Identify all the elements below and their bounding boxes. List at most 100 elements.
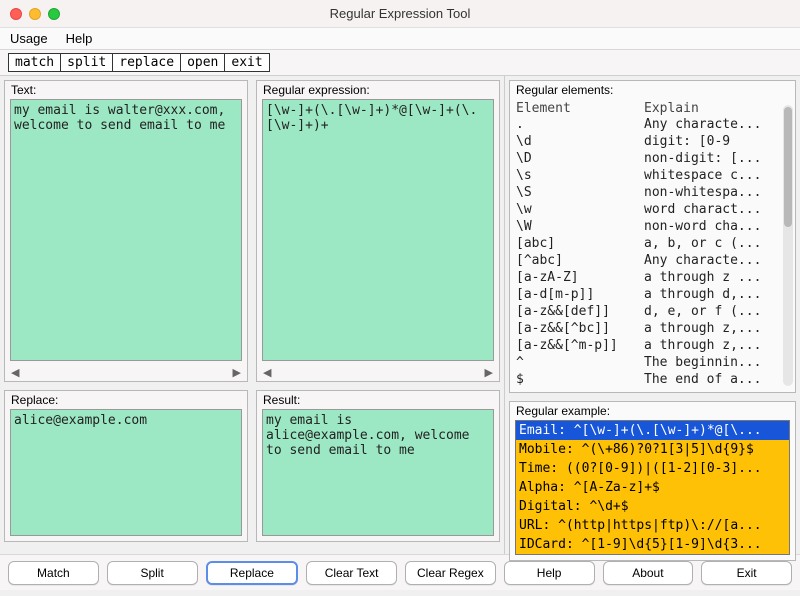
- regex-panel: Regular expression: ◀▶: [256, 80, 500, 382]
- elements-list[interactable]: .Any characte...\ddigit: [0-9\Dnon-digit…: [510, 116, 795, 392]
- element-explain: a through d,...: [644, 286, 789, 303]
- element-explain: a through z,...: [644, 320, 789, 337]
- match-button[interactable]: Match: [8, 561, 99, 585]
- split-button[interactable]: Split: [107, 561, 198, 585]
- menu-usage[interactable]: Usage: [10, 31, 48, 46]
- scroll-right-icon[interactable]: ▶: [485, 366, 493, 379]
- window-controls: [10, 8, 60, 20]
- element-row[interactable]: \ddigit: [0-9: [516, 133, 789, 150]
- element-explain: non-digit: [...: [644, 150, 789, 167]
- element-symbol: \d: [516, 133, 644, 150]
- result-label: Result:: [257, 391, 499, 409]
- example-row[interactable]: IDCard: ^[1-9]\d{5}[1-9]\d{3...: [516, 535, 789, 554]
- elements-label: Regular elements:: [510, 81, 795, 99]
- element-symbol: [a-z&&[^bc]]: [516, 320, 644, 337]
- element-explain: non-word cha...: [644, 218, 789, 235]
- element-symbol: ^: [516, 354, 644, 371]
- element-row[interactable]: \wword charact...: [516, 201, 789, 218]
- example-row[interactable]: Alpha: ^[A-Za-z]+$: [516, 478, 789, 497]
- element-explain: word charact...: [644, 201, 789, 218]
- element-row[interactable]: [^abc]Any characte...: [516, 252, 789, 269]
- explain-col-header: Explain: [644, 101, 699, 116]
- element-explain: The beginnin...: [644, 354, 789, 371]
- replace-input[interactable]: [10, 409, 242, 536]
- element-explain: a through z ...: [644, 269, 789, 286]
- titlebar: Regular Expression Tool: [0, 0, 800, 28]
- element-row[interactable]: [a-zA-Z]a through z ...: [516, 269, 789, 286]
- example-row[interactable]: Mobile: ^(\+86)?0?1[3|5]\d{9}$: [516, 440, 789, 459]
- text-panel: Text: ◀▶: [4, 80, 248, 382]
- result-output: my email is alice@example.com, welcome t…: [262, 409, 494, 536]
- element-symbol: [a-z&&[def]]: [516, 303, 644, 320]
- regex-scroll: ◀▶: [257, 366, 499, 381]
- toolbar: match split replace open exit: [0, 50, 800, 76]
- toolbar-split[interactable]: split: [61, 54, 113, 71]
- elements-scrollbar[interactable]: [783, 105, 793, 386]
- text-scroll: ◀▶: [5, 366, 247, 381]
- element-row[interactable]: .Any characte...: [516, 116, 789, 133]
- toolbar-match[interactable]: match: [9, 54, 61, 71]
- element-symbol: [^abc]: [516, 252, 644, 269]
- example-row[interactable]: URL: ^(http|https|ftp)\://[a...: [516, 516, 789, 535]
- element-symbol: \D: [516, 150, 644, 167]
- clear-regex-button[interactable]: Clear Regex: [405, 561, 496, 585]
- element-explain: whitespace c...: [644, 167, 789, 184]
- menubar: Usage Help: [0, 28, 800, 50]
- result-panel: Result: my email is alice@example.com, w…: [256, 390, 500, 542]
- examples-list[interactable]: Email: ^[\w-]+(\.[\w-]+)*@[\...Mobile: ^…: [515, 420, 790, 555]
- element-row[interactable]: \swhitespace c...: [516, 167, 789, 184]
- toolbar-open[interactable]: open: [181, 54, 225, 71]
- element-row[interactable]: [a-d[m-p]]a through d,...: [516, 286, 789, 303]
- element-symbol: \S: [516, 184, 644, 201]
- element-row[interactable]: \Dnon-digit: [...: [516, 150, 789, 167]
- examples-panel: Regular example: Email: ^[\w-]+(\.[\w-]+…: [509, 401, 796, 561]
- element-explain: Any characte...: [644, 116, 789, 133]
- close-icon[interactable]: [10, 8, 22, 20]
- example-row[interactable]: Time: ((0?[0-9])|([1-2][0-3]...: [516, 459, 789, 478]
- minimize-icon[interactable]: [29, 8, 41, 20]
- regex-input[interactable]: [262, 99, 494, 361]
- menu-help[interactable]: Help: [66, 31, 93, 46]
- element-explain: non-whitespa...: [644, 184, 789, 201]
- element-symbol: \W: [516, 218, 644, 235]
- replace-label: Replace:: [5, 391, 247, 409]
- replace-button[interactable]: Replace: [206, 561, 299, 585]
- regex-label: Regular expression:: [257, 81, 499, 99]
- element-explain: The end of a...: [644, 371, 789, 388]
- zoom-icon[interactable]: [48, 8, 60, 20]
- help-button[interactable]: Help: [504, 561, 595, 585]
- element-col-header: Element: [516, 101, 644, 116]
- element-explain: a, b, or c (...: [644, 235, 789, 252]
- scrollbar-thumb[interactable]: [784, 107, 792, 227]
- toolbar-exit[interactable]: exit: [225, 54, 268, 71]
- element-row[interactable]: [abc]a, b, or c (...: [516, 235, 789, 252]
- clear-text-button[interactable]: Clear Text: [306, 561, 397, 585]
- element-row[interactable]: [a-z&&[def]]d, e, or f (...: [516, 303, 789, 320]
- element-symbol: [abc]: [516, 235, 644, 252]
- element-row[interactable]: [a-z&&[^m-p]]a through z,...: [516, 337, 789, 354]
- element-row[interactable]: $The end of a...: [516, 371, 789, 388]
- element-row[interactable]: \Snon-whitespa...: [516, 184, 789, 201]
- element-symbol: [a-z&&[^m-p]]: [516, 337, 644, 354]
- text-input[interactable]: [10, 99, 242, 361]
- text-label: Text:: [5, 81, 247, 99]
- element-row[interactable]: [a-z&&[^bc]]a through z,...: [516, 320, 789, 337]
- example-row[interactable]: Digital: ^\d+$: [516, 497, 789, 516]
- scroll-left-icon[interactable]: ◀: [263, 366, 271, 379]
- exit-button[interactable]: Exit: [701, 561, 792, 585]
- element-explain: Any characte...: [644, 252, 789, 269]
- about-button[interactable]: About: [603, 561, 694, 585]
- example-row[interactable]: Email: ^[\w-]+(\.[\w-]+)*@[\...: [516, 421, 789, 440]
- scroll-right-icon[interactable]: ▶: [233, 366, 241, 379]
- element-symbol: [a-zA-Z]: [516, 269, 644, 286]
- element-row[interactable]: \Wnon-word cha...: [516, 218, 789, 235]
- element-symbol: [a-d[m-p]]: [516, 286, 644, 303]
- element-symbol: \s: [516, 167, 644, 184]
- toolbar-replace[interactable]: replace: [113, 54, 181, 71]
- element-explain: digit: [0-9: [644, 133, 789, 150]
- element-row[interactable]: ^The beginnin...: [516, 354, 789, 371]
- element-explain: d, e, or f (...: [644, 303, 789, 320]
- element-symbol: \w: [516, 201, 644, 218]
- window-title: Regular Expression Tool: [0, 6, 800, 21]
- scroll-left-icon[interactable]: ◀: [11, 366, 19, 379]
